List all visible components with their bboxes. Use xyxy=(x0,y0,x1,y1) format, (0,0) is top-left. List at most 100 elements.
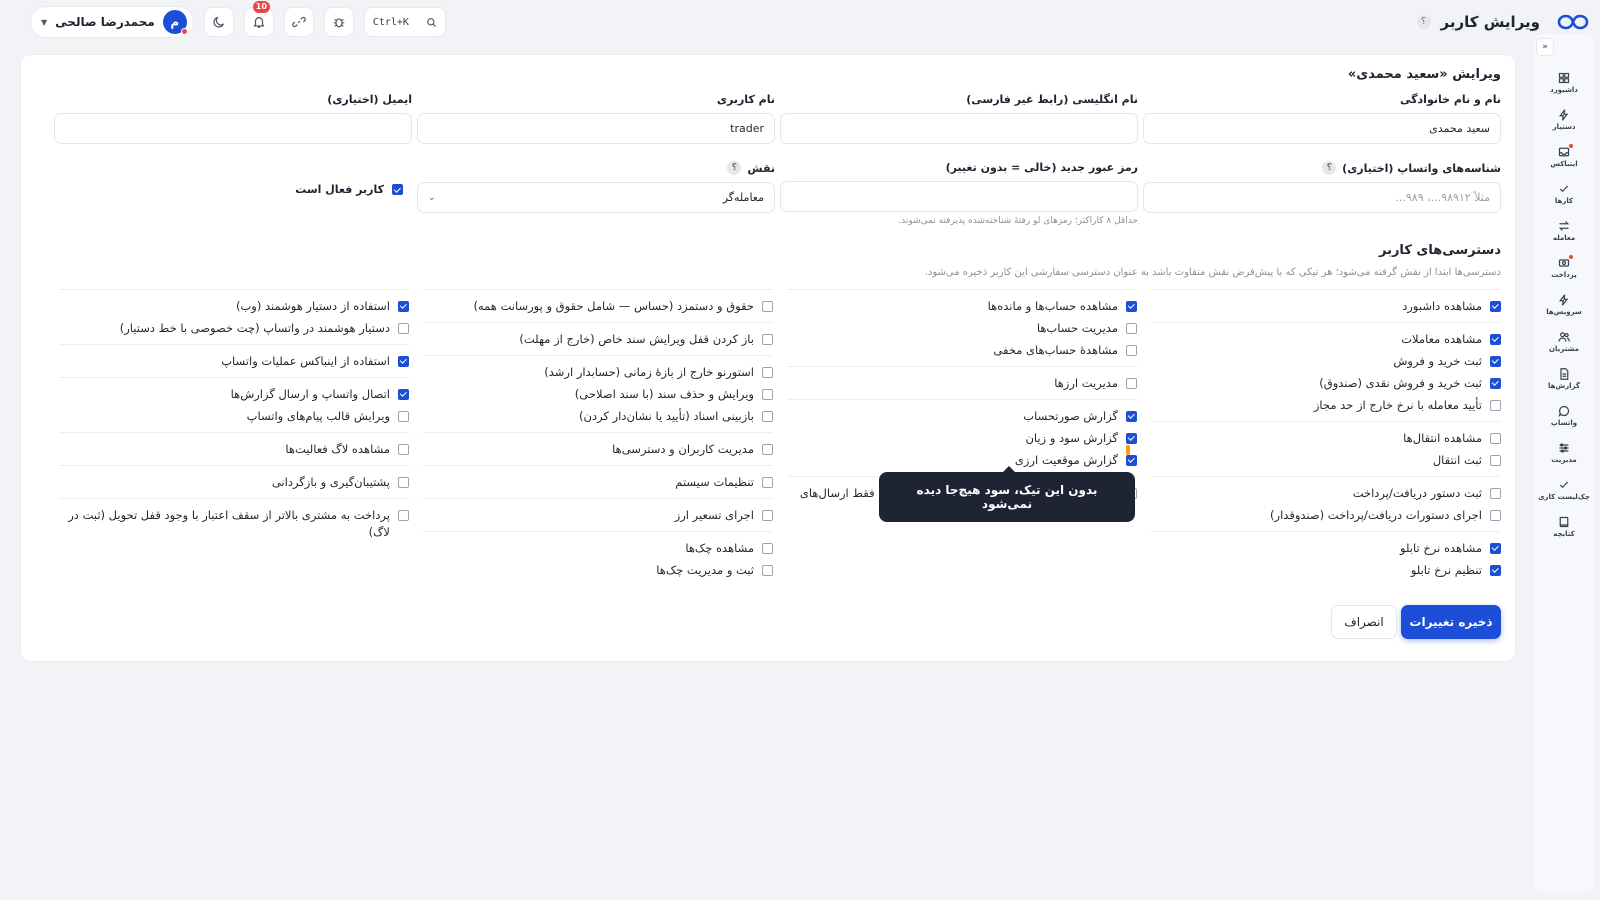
permission-checkbox[interactable] xyxy=(762,388,773,400)
notifications-button[interactable]: 10 xyxy=(243,1,274,37)
permission-item[interactable]: ثبت و مدیریت چک‌ها xyxy=(423,559,773,581)
sidebar-item-8[interactable]: مشتریان xyxy=(1534,323,1594,360)
sidebar-item-11[interactable]: مدیریت xyxy=(1534,434,1594,471)
permission-item[interactable]: اجرای تسعیر ارز xyxy=(423,504,773,526)
permission-checkbox[interactable] xyxy=(1490,487,1501,499)
permission-checkbox[interactable] xyxy=(1490,399,1501,411)
permission-item[interactable]: استفاده از اینباکس عملیات واتساپ xyxy=(59,350,409,372)
permission-item[interactable]: اجرای دستورات دریافت/پرداخت (صندوقدار) xyxy=(1151,504,1501,526)
username-input[interactable] xyxy=(417,113,775,144)
sidebar-item-1[interactable]: داشبورد xyxy=(1534,64,1594,101)
sidebar-item-13[interactable]: کتابچه xyxy=(1534,508,1594,545)
permission-checkbox[interactable] xyxy=(398,476,409,488)
permission-checkbox[interactable] xyxy=(1490,333,1501,345)
role-select[interactable]: معامله‌گر ⌄ xyxy=(417,182,775,213)
password-input[interactable] xyxy=(780,181,1138,212)
sidebar-item-10[interactable]: واتساپ xyxy=(1534,397,1594,434)
permission-item[interactable]: مدیریت ارزها xyxy=(787,372,1137,394)
permission-item[interactable]: حقوق و دستمزد (حساس — شامل حقوق و پورسان… xyxy=(423,295,773,317)
sidebar-item-5[interactable]: معامله xyxy=(1534,212,1594,249)
link-button[interactable] xyxy=(283,7,314,37)
permission-item[interactable]: باز کردن قفل ویرایش سند خاص (خارج از مهل… xyxy=(423,328,773,350)
full-name-input[interactable] xyxy=(1143,113,1501,144)
permission-item[interactable]: استورنو خارج از بازهٔ زمانی (حسابدار ارش… xyxy=(423,361,773,383)
english-name-input[interactable] xyxy=(780,113,1138,144)
permission-checkbox[interactable] xyxy=(1490,355,1501,367)
permission-checkbox[interactable] xyxy=(1126,410,1137,422)
email-input[interactable] xyxy=(54,113,412,144)
sidebar-item-2[interactable]: دستیار xyxy=(1534,101,1594,138)
permission-checkbox[interactable] xyxy=(762,333,773,345)
permission-item[interactable]: تنظیمات سیستم xyxy=(423,471,773,493)
permission-checkbox[interactable] xyxy=(1126,454,1137,466)
permission-checkbox[interactable] xyxy=(398,355,409,367)
bug-report-button[interactable] xyxy=(323,7,354,37)
theme-toggle-button[interactable] xyxy=(203,7,234,37)
permission-item[interactable]: مشاهده انتقال‌ها xyxy=(1151,427,1501,449)
sidebar-item-3[interactable]: اینباکس xyxy=(1534,138,1594,175)
sidebar-item-7[interactable]: سرویس‌ها xyxy=(1534,286,1594,323)
permission-checkbox[interactable] xyxy=(398,388,409,400)
permission-item[interactable]: گزارش سود و زیان xyxy=(787,427,1137,449)
permission-checkbox[interactable] xyxy=(1490,300,1501,312)
active-user-checkbox-row[interactable]: کاربر فعال است xyxy=(295,183,403,196)
sidebar-item-4[interactable]: کارها xyxy=(1534,175,1594,212)
permission-checkbox[interactable] xyxy=(762,410,773,422)
permission-checkbox[interactable] xyxy=(762,300,773,312)
permission-item[interactable]: مشاهده معاملات xyxy=(1151,328,1501,350)
permission-checkbox[interactable] xyxy=(398,410,409,422)
permission-checkbox[interactable] xyxy=(762,366,773,378)
permission-item[interactable]: اتصال واتساپ و ارسال گزارش‌ها xyxy=(59,383,409,405)
permission-checkbox[interactable] xyxy=(1126,300,1137,312)
collapse-sidebar-button[interactable]: « xyxy=(1536,38,1554,56)
permission-checkbox[interactable] xyxy=(1490,542,1501,554)
permission-item[interactable]: پشتیبان‌گیری و بازگردانی xyxy=(59,471,409,493)
permission-item[interactable]: تنظیم نرخ تابلو xyxy=(1151,559,1501,581)
permission-checkbox[interactable] xyxy=(1490,454,1501,466)
whatsapp-ids-input[interactable] xyxy=(1143,182,1501,213)
cancel-button[interactable]: انصراف xyxy=(1331,605,1397,639)
permission-item[interactable]: مشاهده حساب‌ها و مانده‌ها xyxy=(787,295,1137,317)
permission-item[interactable]: گزارش صورتحساب xyxy=(787,405,1137,427)
permission-checkbox[interactable] xyxy=(1490,564,1501,576)
save-button[interactable]: ذخیره تغییرات xyxy=(1401,605,1501,639)
permission-item[interactable]: ویرایش و حذف سند (با سند اصلاحی) xyxy=(423,383,773,405)
permission-checkbox[interactable] xyxy=(1126,377,1137,389)
permission-item[interactable]: ثبت دستور دریافت/پرداخت xyxy=(1151,482,1501,504)
permission-item[interactable]: ثبت انتقال xyxy=(1151,449,1501,471)
permission-checkbox[interactable] xyxy=(762,564,773,576)
search-shortcut-button[interactable]: Ctrl+K xyxy=(363,7,446,37)
permission-checkbox[interactable] xyxy=(398,443,409,455)
permission-item[interactable]: مشاهدهٔ حساب‌های مخفی xyxy=(787,339,1137,361)
permission-checkbox[interactable] xyxy=(398,509,409,521)
permission-checkbox[interactable] xyxy=(1126,344,1137,356)
permission-item[interactable]: دستیار هوشمند در واتساپ (چت خصوصی با خط … xyxy=(59,317,409,339)
permission-checkbox[interactable] xyxy=(1490,432,1501,444)
permission-item[interactable]: ثبت خرید و فروش xyxy=(1151,350,1501,372)
permission-checkbox[interactable] xyxy=(762,443,773,455)
permission-checkbox[interactable] xyxy=(762,509,773,521)
permission-item[interactable]: گزارش موقعیت ارزی xyxy=(787,449,1137,471)
permission-item[interactable]: پرداخت به مشتری بالاتر از سقف اعتبار با … xyxy=(59,504,409,543)
permission-item[interactable]: ثبت خرید و فروش نقدی (صندوق) xyxy=(1151,372,1501,394)
permission-item[interactable]: مشاهده داشبورد xyxy=(1151,295,1501,317)
permission-checkbox[interactable] xyxy=(1126,322,1137,334)
sidebar-item-12[interactable]: چک‌لیست کاری xyxy=(1534,471,1594,508)
help-icon[interactable]: ؟ xyxy=(727,161,742,175)
permission-checkbox[interactable] xyxy=(1126,432,1137,444)
permission-item[interactable]: مشاهده چک‌ها xyxy=(423,537,773,559)
permission-checkbox[interactable] xyxy=(762,542,773,554)
active-user-checkbox[interactable] xyxy=(392,184,403,195)
sidebar-item-9[interactable]: گزارش‌ها xyxy=(1534,360,1594,397)
permission-item[interactable]: مشاهده لاگ فعالیت‌ها xyxy=(59,438,409,460)
sidebar-item-6[interactable]: پرداخت xyxy=(1534,249,1594,286)
permission-checkbox[interactable] xyxy=(762,476,773,488)
permission-checkbox[interactable] xyxy=(398,300,409,312)
permission-item[interactable]: تأیید معامله با نرخ خارج از حد مجاز xyxy=(1151,394,1501,416)
permission-item[interactable]: بازبینی اسناد (تأیید یا نشان‌دار کردن) xyxy=(423,405,773,427)
user-menu[interactable]: ▼ محمدرضا صالحی م xyxy=(30,6,194,38)
permission-item[interactable]: مشاهده نرخ تابلو xyxy=(1151,537,1501,559)
permission-checkbox[interactable] xyxy=(1490,377,1501,389)
help-icon[interactable]: ؟ xyxy=(1322,161,1337,175)
permission-checkbox[interactable] xyxy=(1490,509,1501,521)
